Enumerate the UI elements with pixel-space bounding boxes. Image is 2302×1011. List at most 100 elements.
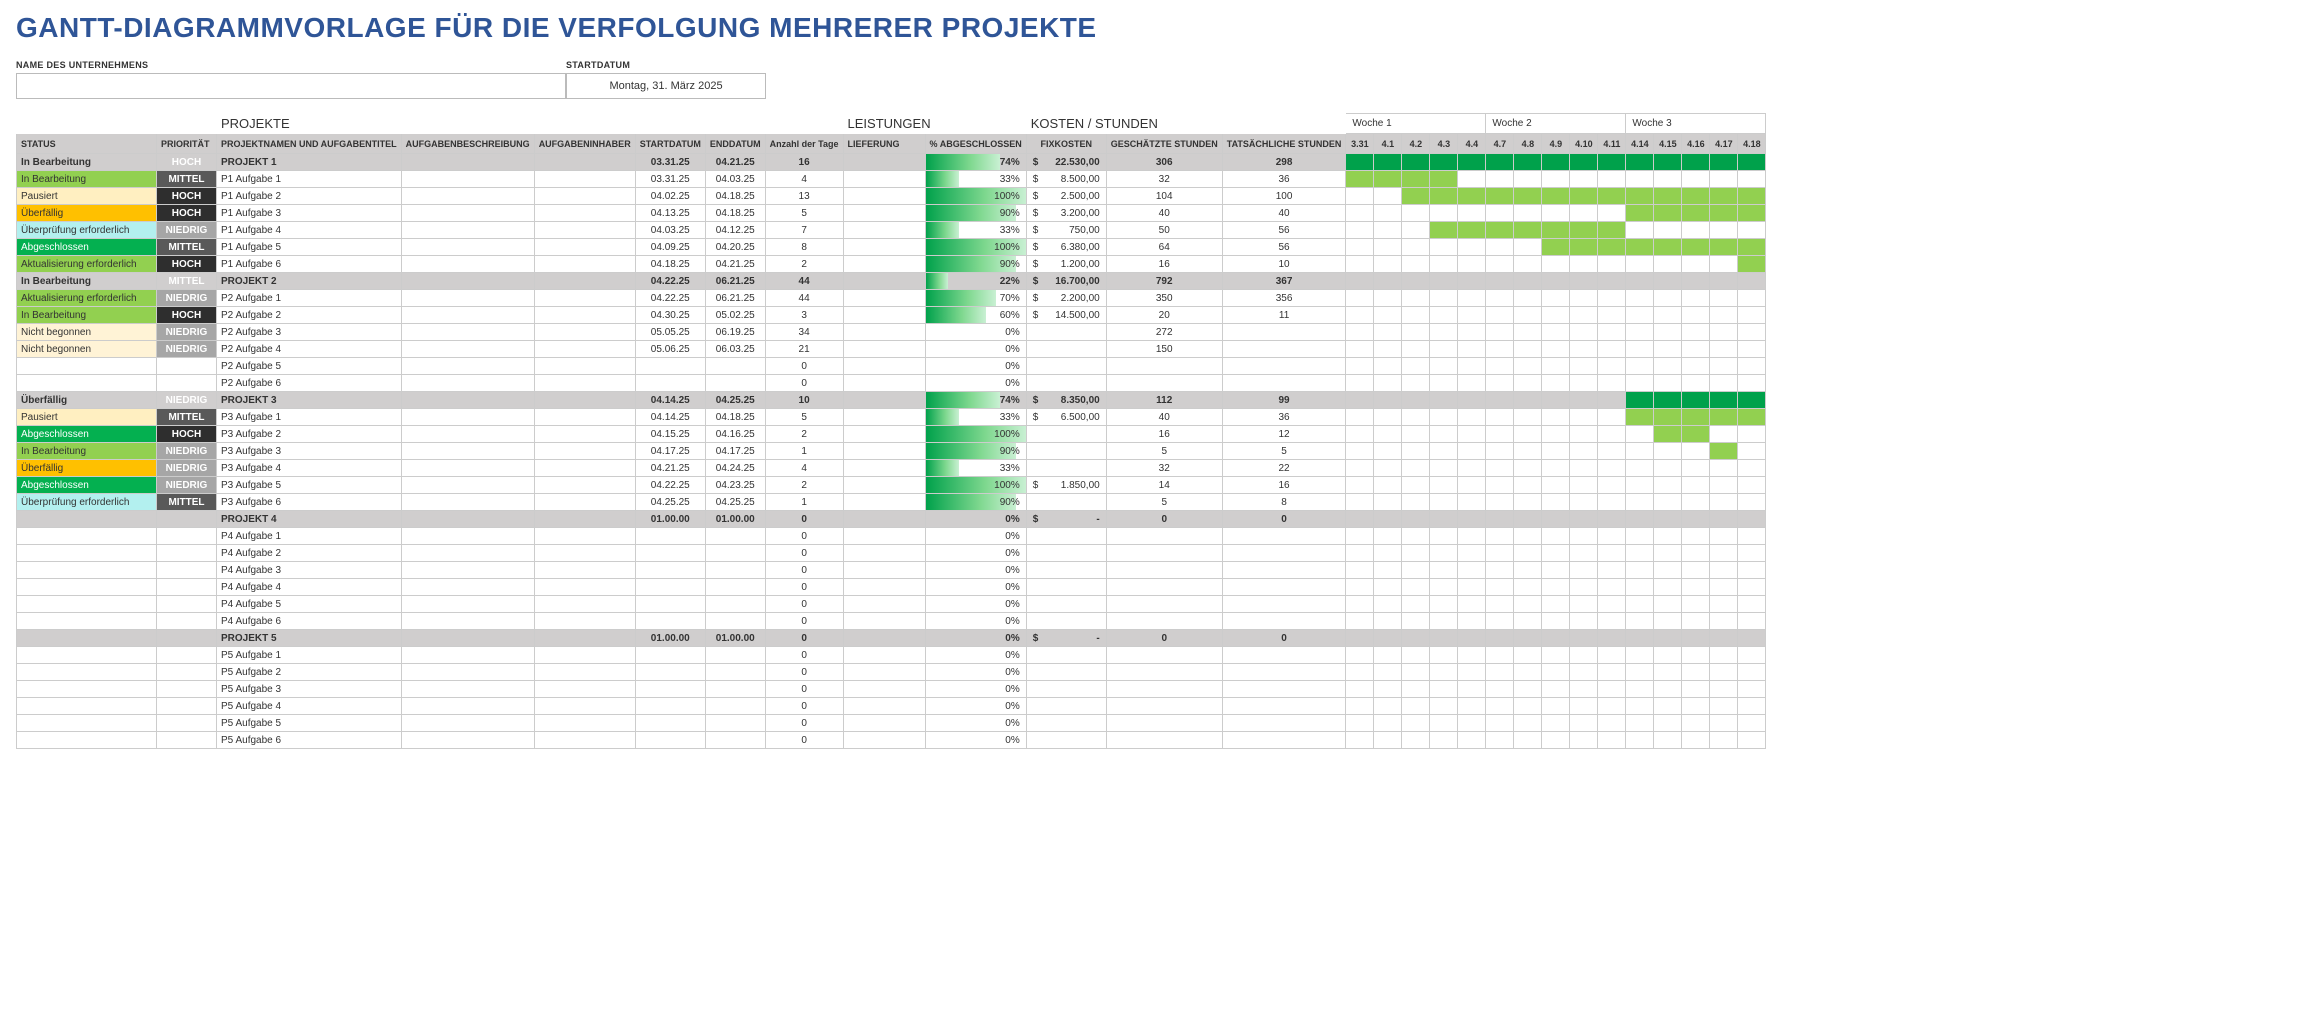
deliver-cell[interactable] [843,732,925,749]
est-cell[interactable]: 150 [1106,341,1222,358]
end-cell[interactable]: 04.20.25 [705,239,765,256]
owner-cell[interactable] [534,579,635,596]
end-cell[interactable]: 04.12.25 [705,222,765,239]
status-cell[interactable]: Überfällig [17,205,157,222]
status-cell[interactable] [17,596,157,613]
deliver-cell[interactable] [843,154,925,171]
start-cell[interactable]: 01.00.00 [635,630,705,647]
fixed-cell[interactable] [1026,647,1106,664]
est-cell[interactable] [1106,358,1222,375]
start-cell[interactable]: 04.14.25 [635,392,705,409]
desc-cell[interactable] [401,579,534,596]
start-cell[interactable] [635,545,705,562]
end-cell[interactable] [705,596,765,613]
act-cell[interactable] [1222,528,1346,545]
act-cell[interactable]: 8 [1222,494,1346,511]
est-cell[interactable] [1106,528,1222,545]
owner-cell[interactable] [534,409,635,426]
name-cell[interactable]: P4 Aufgabe 2 [217,545,402,562]
desc-cell[interactable] [401,528,534,545]
est-cell[interactable]: 40 [1106,205,1222,222]
fixed-cell[interactable] [1026,460,1106,477]
name-cell[interactable]: P3 Aufgabe 5 [217,477,402,494]
est-cell[interactable] [1106,647,1222,664]
fixed-cell[interactable]: $14.500,00 [1026,307,1106,324]
deliver-cell[interactable] [843,477,925,494]
owner-cell[interactable] [534,324,635,341]
est-cell[interactable]: 5 [1106,443,1222,460]
est-cell[interactable]: 32 [1106,460,1222,477]
desc-cell[interactable] [401,664,534,681]
end-cell[interactable] [705,681,765,698]
start-cell[interactable] [635,358,705,375]
end-cell[interactable]: 04.25.25 [705,494,765,511]
owner-cell[interactable] [534,477,635,494]
name-cell[interactable]: P4 Aufgabe 4 [217,579,402,596]
project-row[interactable]: In BearbeitungHOCHPROJEKT 103.31.2504.21… [17,154,1766,171]
fixed-cell[interactable]: $1.850,00 [1026,477,1106,494]
deliver-cell[interactable] [843,307,925,324]
priority-cell[interactable] [157,528,217,545]
owner-cell[interactable] [534,545,635,562]
start-cell[interactable]: 04.21.25 [635,460,705,477]
act-cell[interactable]: 40 [1222,205,1346,222]
status-cell[interactable]: Aktualisierung erforderlich [17,290,157,307]
fixed-cell[interactable]: $8.500,00 [1026,171,1106,188]
status-cell[interactable]: In Bearbeitung [17,273,157,290]
priority-cell[interactable]: NIEDRIG [157,460,217,477]
status-cell[interactable] [17,545,157,562]
task-row[interactable]: P2 Aufgabe 500% [17,358,1766,375]
desc-cell[interactable] [401,545,534,562]
start-cell[interactable]: 03.31.25 [635,171,705,188]
desc-cell[interactable] [401,477,534,494]
fixed-cell[interactable]: $2.500,00 [1026,188,1106,205]
owner-cell[interactable] [534,256,635,273]
name-cell[interactable]: P1 Aufgabe 4 [217,222,402,239]
end-cell[interactable] [705,647,765,664]
est-cell[interactable] [1106,681,1222,698]
task-row[interactable]: P5 Aufgabe 500% [17,715,1766,732]
deliver-cell[interactable] [843,664,925,681]
deliver-cell[interactable] [843,392,925,409]
act-cell[interactable]: 36 [1222,409,1346,426]
deliver-cell[interactable] [843,358,925,375]
priority-cell[interactable] [157,511,217,528]
status-cell[interactable] [17,375,157,392]
status-cell[interactable]: In Bearbeitung [17,307,157,324]
est-cell[interactable] [1106,545,1222,562]
priority-cell[interactable] [157,579,217,596]
start-cell[interactable]: 01.00.00 [635,511,705,528]
deliver-cell[interactable] [843,562,925,579]
act-cell[interactable] [1222,613,1346,630]
fixed-cell[interactable]: $6.500,00 [1026,409,1106,426]
act-cell[interactable] [1222,562,1346,579]
deliver-cell[interactable] [843,171,925,188]
act-cell[interactable] [1222,358,1346,375]
owner-cell[interactable] [534,528,635,545]
status-cell[interactable] [17,681,157,698]
end-cell[interactable]: 05.02.25 [705,307,765,324]
fixed-cell[interactable] [1026,732,1106,749]
status-cell[interactable]: Pausiert [17,188,157,205]
deliver-cell[interactable] [843,460,925,477]
act-cell[interactable]: 356 [1222,290,1346,307]
end-cell[interactable]: 04.18.25 [705,409,765,426]
name-cell[interactable]: P1 Aufgabe 6 [217,256,402,273]
priority-cell[interactable]: NIEDRIG [157,477,217,494]
fixed-cell[interactable] [1026,579,1106,596]
priority-cell[interactable]: NIEDRIG [157,222,217,239]
name-cell[interactable]: P4 Aufgabe 5 [217,596,402,613]
desc-cell[interactable] [401,273,534,290]
name-cell[interactable]: P2 Aufgabe 2 [217,307,402,324]
name-cell[interactable]: P2 Aufgabe 4 [217,341,402,358]
deliver-cell[interactable] [843,681,925,698]
desc-cell[interactable] [401,596,534,613]
end-cell[interactable] [705,698,765,715]
act-cell[interactable] [1222,341,1346,358]
owner-cell[interactable] [534,460,635,477]
priority-cell[interactable]: HOCH [157,426,217,443]
end-cell[interactable]: 04.23.25 [705,477,765,494]
est-cell[interactable]: 0 [1106,630,1222,647]
owner-cell[interactable] [534,222,635,239]
act-cell[interactable] [1222,324,1346,341]
